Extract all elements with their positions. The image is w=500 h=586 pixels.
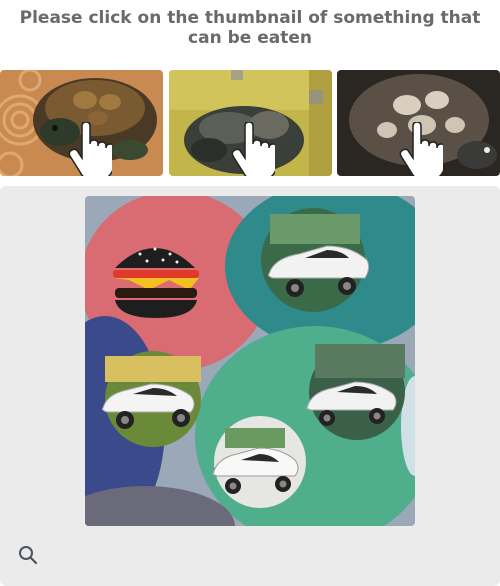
hand-cursor-icon [68, 122, 112, 176]
magnifier-icon[interactable] [17, 544, 39, 566]
challenge-canvas[interactable] [85, 196, 415, 526]
hand-cursor-icon [231, 122, 275, 176]
hand-cursor-icon [399, 122, 443, 176]
prompt-text: Please click on the thumbnail of somethi… [19, 8, 481, 48]
thumbnail-3[interactable] [337, 70, 500, 176]
thumbnail-2[interactable] [169, 70, 332, 176]
thumbnail-1[interactable] [0, 70, 163, 176]
